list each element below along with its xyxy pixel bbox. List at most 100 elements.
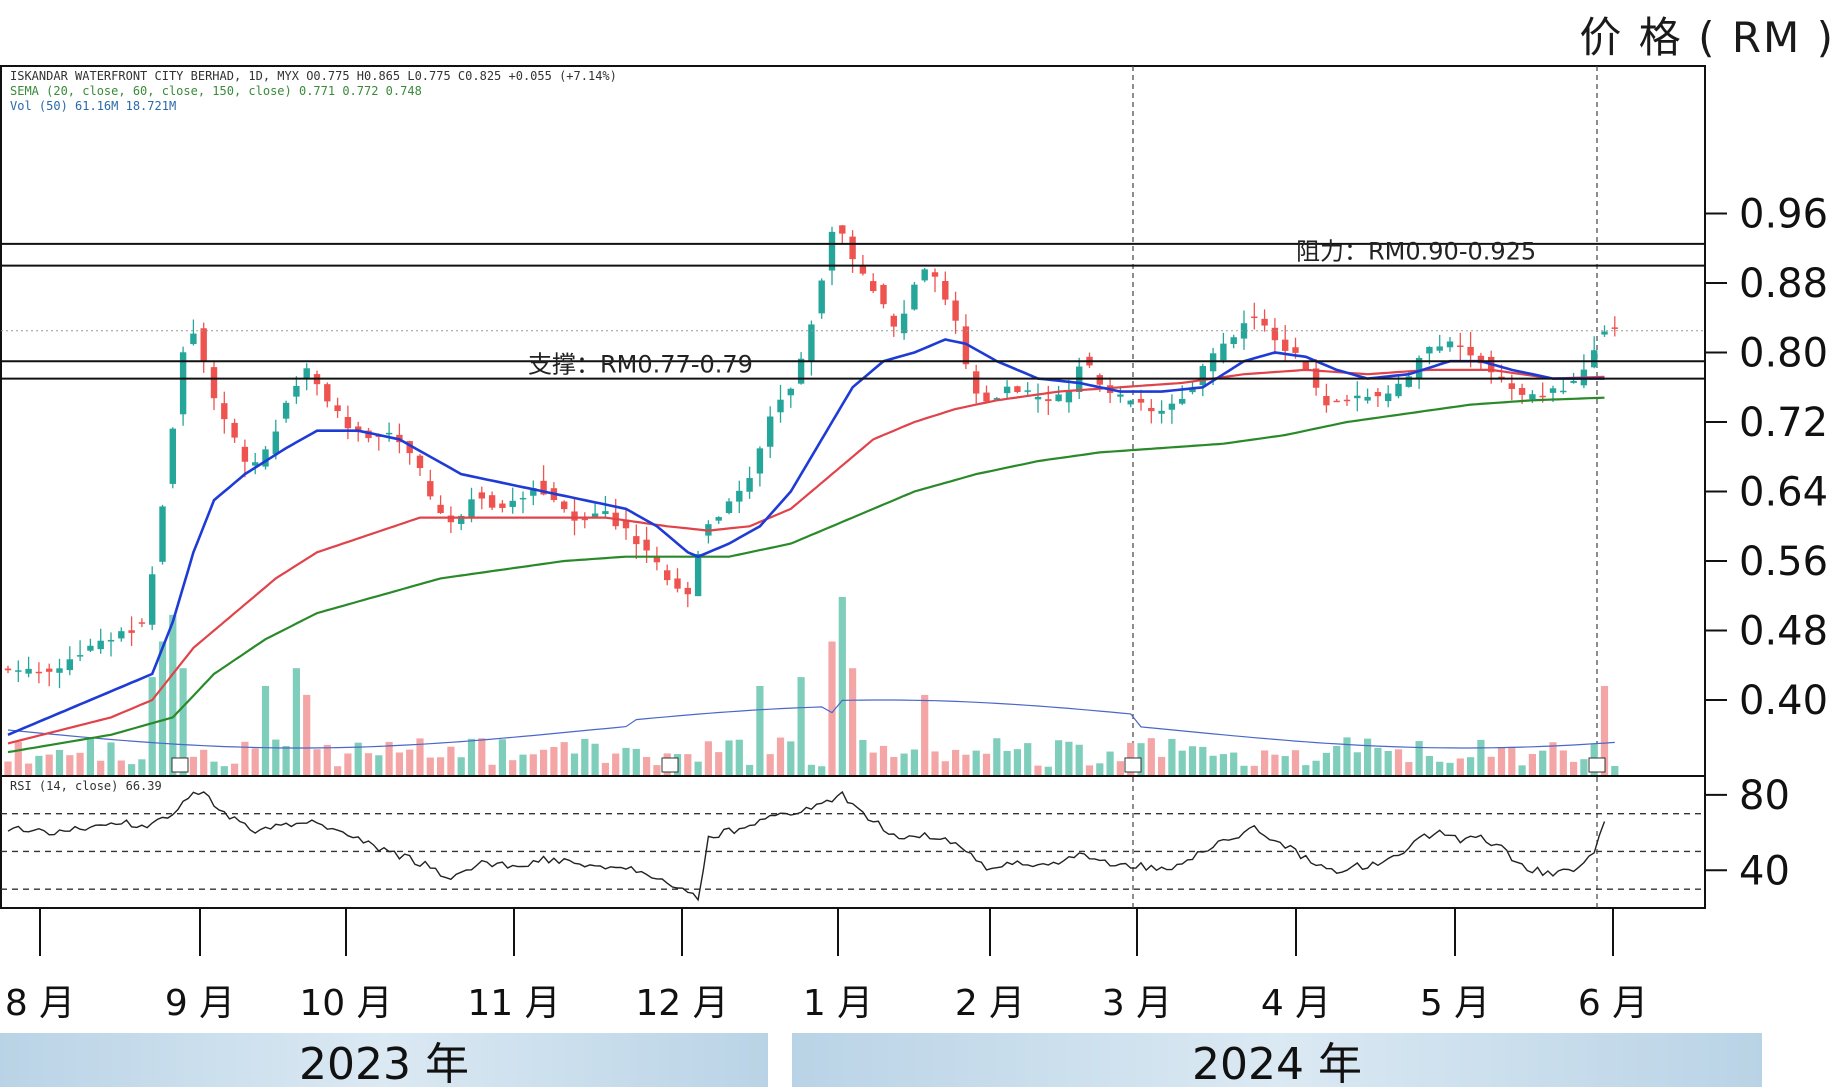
- candle-body: [1179, 398, 1186, 404]
- volume-bar: [807, 764, 815, 775]
- info-line-1: ISKANDAR WATERFRONT CITY BERHAD, 1D, MYX…: [10, 69, 617, 83]
- volume-bar: [612, 753, 620, 775]
- candle-body: [25, 668, 32, 674]
- year-band-2024: 2024 年: [792, 1033, 1762, 1090]
- candle-body: [334, 405, 341, 412]
- volume-bar: [1394, 749, 1403, 775]
- candle-body: [509, 500, 516, 507]
- candle-body: [1560, 390, 1567, 393]
- volume-bar: [1384, 750, 1392, 775]
- volume-bar: [704, 741, 712, 775]
- volume-bar: [1405, 762, 1413, 775]
- candle-body: [97, 640, 104, 650]
- candle-body: [1591, 350, 1598, 368]
- volume-bar: [1034, 765, 1042, 775]
- volume-bar: [879, 745, 888, 775]
- candle-body: [1261, 318, 1268, 326]
- candle-body: [777, 399, 784, 413]
- price-tick-label: 0.64: [1739, 470, 1828, 516]
- year-band-2023: 2023 年: [0, 1033, 768, 1090]
- volume-bar: [1116, 761, 1124, 775]
- candle-body: [478, 492, 485, 499]
- candle-body: [190, 333, 197, 345]
- candle-body: [416, 455, 424, 469]
- candle-body: [159, 506, 166, 562]
- volume-bar: [570, 753, 579, 775]
- candle-body: [674, 578, 681, 589]
- volume-bar: [591, 743, 599, 775]
- price-tick-label: 0.96: [1739, 192, 1828, 238]
- volume-bar: [1055, 740, 1063, 775]
- volume-bar: [334, 766, 342, 775]
- candle-body: [15, 670, 22, 672]
- candle-body: [1395, 383, 1402, 397]
- volume-bar: [1281, 756, 1289, 775]
- volume-bar: [406, 749, 414, 775]
- candle-body: [324, 384, 331, 402]
- candle-body: [221, 403, 228, 420]
- candle-body: [1117, 394, 1124, 397]
- candle-body: [35, 671, 43, 674]
- volume-bar: [303, 694, 311, 775]
- candle-body: [1271, 327, 1279, 341]
- volume-bar: [313, 749, 321, 775]
- volume-bar: [1096, 763, 1104, 775]
- candle-body: [787, 388, 794, 396]
- candle-body: [107, 639, 115, 642]
- volume-bar: [694, 761, 702, 775]
- volume-bar: [45, 754, 53, 775]
- volume-bar: [952, 749, 960, 775]
- volume-bar: [1518, 765, 1526, 775]
- volume-bar: [1003, 750, 1011, 775]
- volume-bar: [766, 754, 774, 775]
- volume-bar: [715, 752, 723, 775]
- candle-body: [983, 392, 990, 402]
- volume-bar: [169, 614, 177, 775]
- candle-body: [1354, 395, 1361, 399]
- candle-body: [1436, 346, 1443, 351]
- rsi-panel: [0, 775, 1706, 909]
- candle-body: [1333, 400, 1340, 403]
- volume-bar: [1188, 746, 1197, 775]
- candle-body: [684, 587, 691, 595]
- candle-body: [1364, 396, 1371, 401]
- candle-body: [169, 428, 176, 484]
- volume-bar: [581, 738, 589, 775]
- volume-bar: [272, 739, 280, 775]
- candle-body: [911, 284, 918, 310]
- volume-bar: [1580, 759, 1588, 775]
- candle-body: [880, 284, 887, 305]
- volume-bar: [993, 738, 1001, 775]
- candle-body: [1034, 396, 1042, 400]
- volume-bar: [1415, 741, 1423, 775]
- volume-bar: [859, 739, 867, 775]
- rsi-tick-label: 40: [1739, 848, 1790, 894]
- volume-bar: [1364, 738, 1372, 775]
- volume-bar: [1271, 754, 1279, 775]
- volume-bar: [1219, 754, 1227, 775]
- candle-body: [849, 236, 856, 260]
- price-chart: 阻力：RM0.90-0.925 支撑：RM0.77-0.79 0.40 0.48 0.…: [0, 65, 1828, 1024]
- volume-bar: [1497, 747, 1506, 775]
- volume-bar: [1528, 753, 1536, 775]
- candle-body: [231, 422, 238, 438]
- volume-bar: [787, 741, 795, 775]
- candle-body: [602, 511, 609, 515]
- volume-bar: [849, 668, 857, 775]
- candle-body: [1529, 394, 1536, 400]
- candle-body: [921, 269, 928, 281]
- volume-bar: [1240, 765, 1248, 775]
- month-label: 1 月: [803, 983, 873, 1024]
- candle-body: [488, 495, 496, 508]
- month-label: 2 月: [955, 983, 1025, 1024]
- volume-bar: [364, 753, 373, 775]
- candle-body: [1045, 399, 1052, 402]
- volume-bar: [643, 756, 651, 775]
- volume-bar: [292, 668, 300, 775]
- candle-body: [1343, 399, 1351, 402]
- candle-body: [931, 272, 939, 277]
- volume-bar: [1024, 743, 1032, 775]
- candle-body: [1158, 410, 1165, 414]
- volume-bar: [756, 686, 764, 775]
- volume-bar: [1199, 746, 1207, 775]
